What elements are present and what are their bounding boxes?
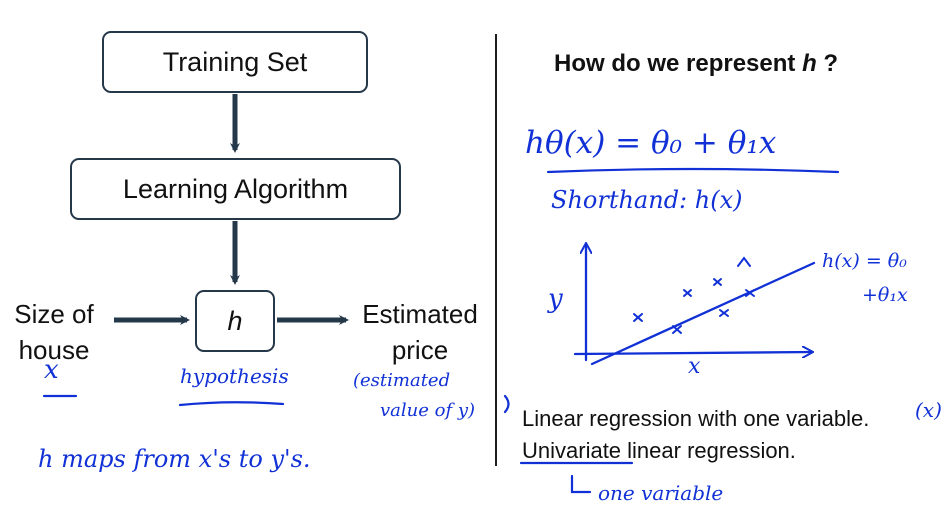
underline-formula	[546, 167, 840, 174]
regression-line	[590, 261, 816, 366]
annotation-layer	[42, 94, 840, 494]
ink-underlines	[42, 167, 840, 494]
data-points	[633, 256, 755, 334]
data-point	[719, 309, 729, 317]
data-point	[713, 278, 722, 286]
data-point	[737, 256, 751, 267]
flow-arrows	[114, 94, 349, 325]
regression-sketch	[573, 244, 816, 366]
data-point	[672, 325, 682, 334]
bracket-estimated	[503, 394, 510, 414]
data-point	[683, 289, 692, 297]
graph-x-axis	[573, 352, 812, 354]
data-point	[633, 313, 643, 322]
underline-hypothesis	[178, 401, 285, 407]
corner-one-variable	[570, 474, 592, 494]
